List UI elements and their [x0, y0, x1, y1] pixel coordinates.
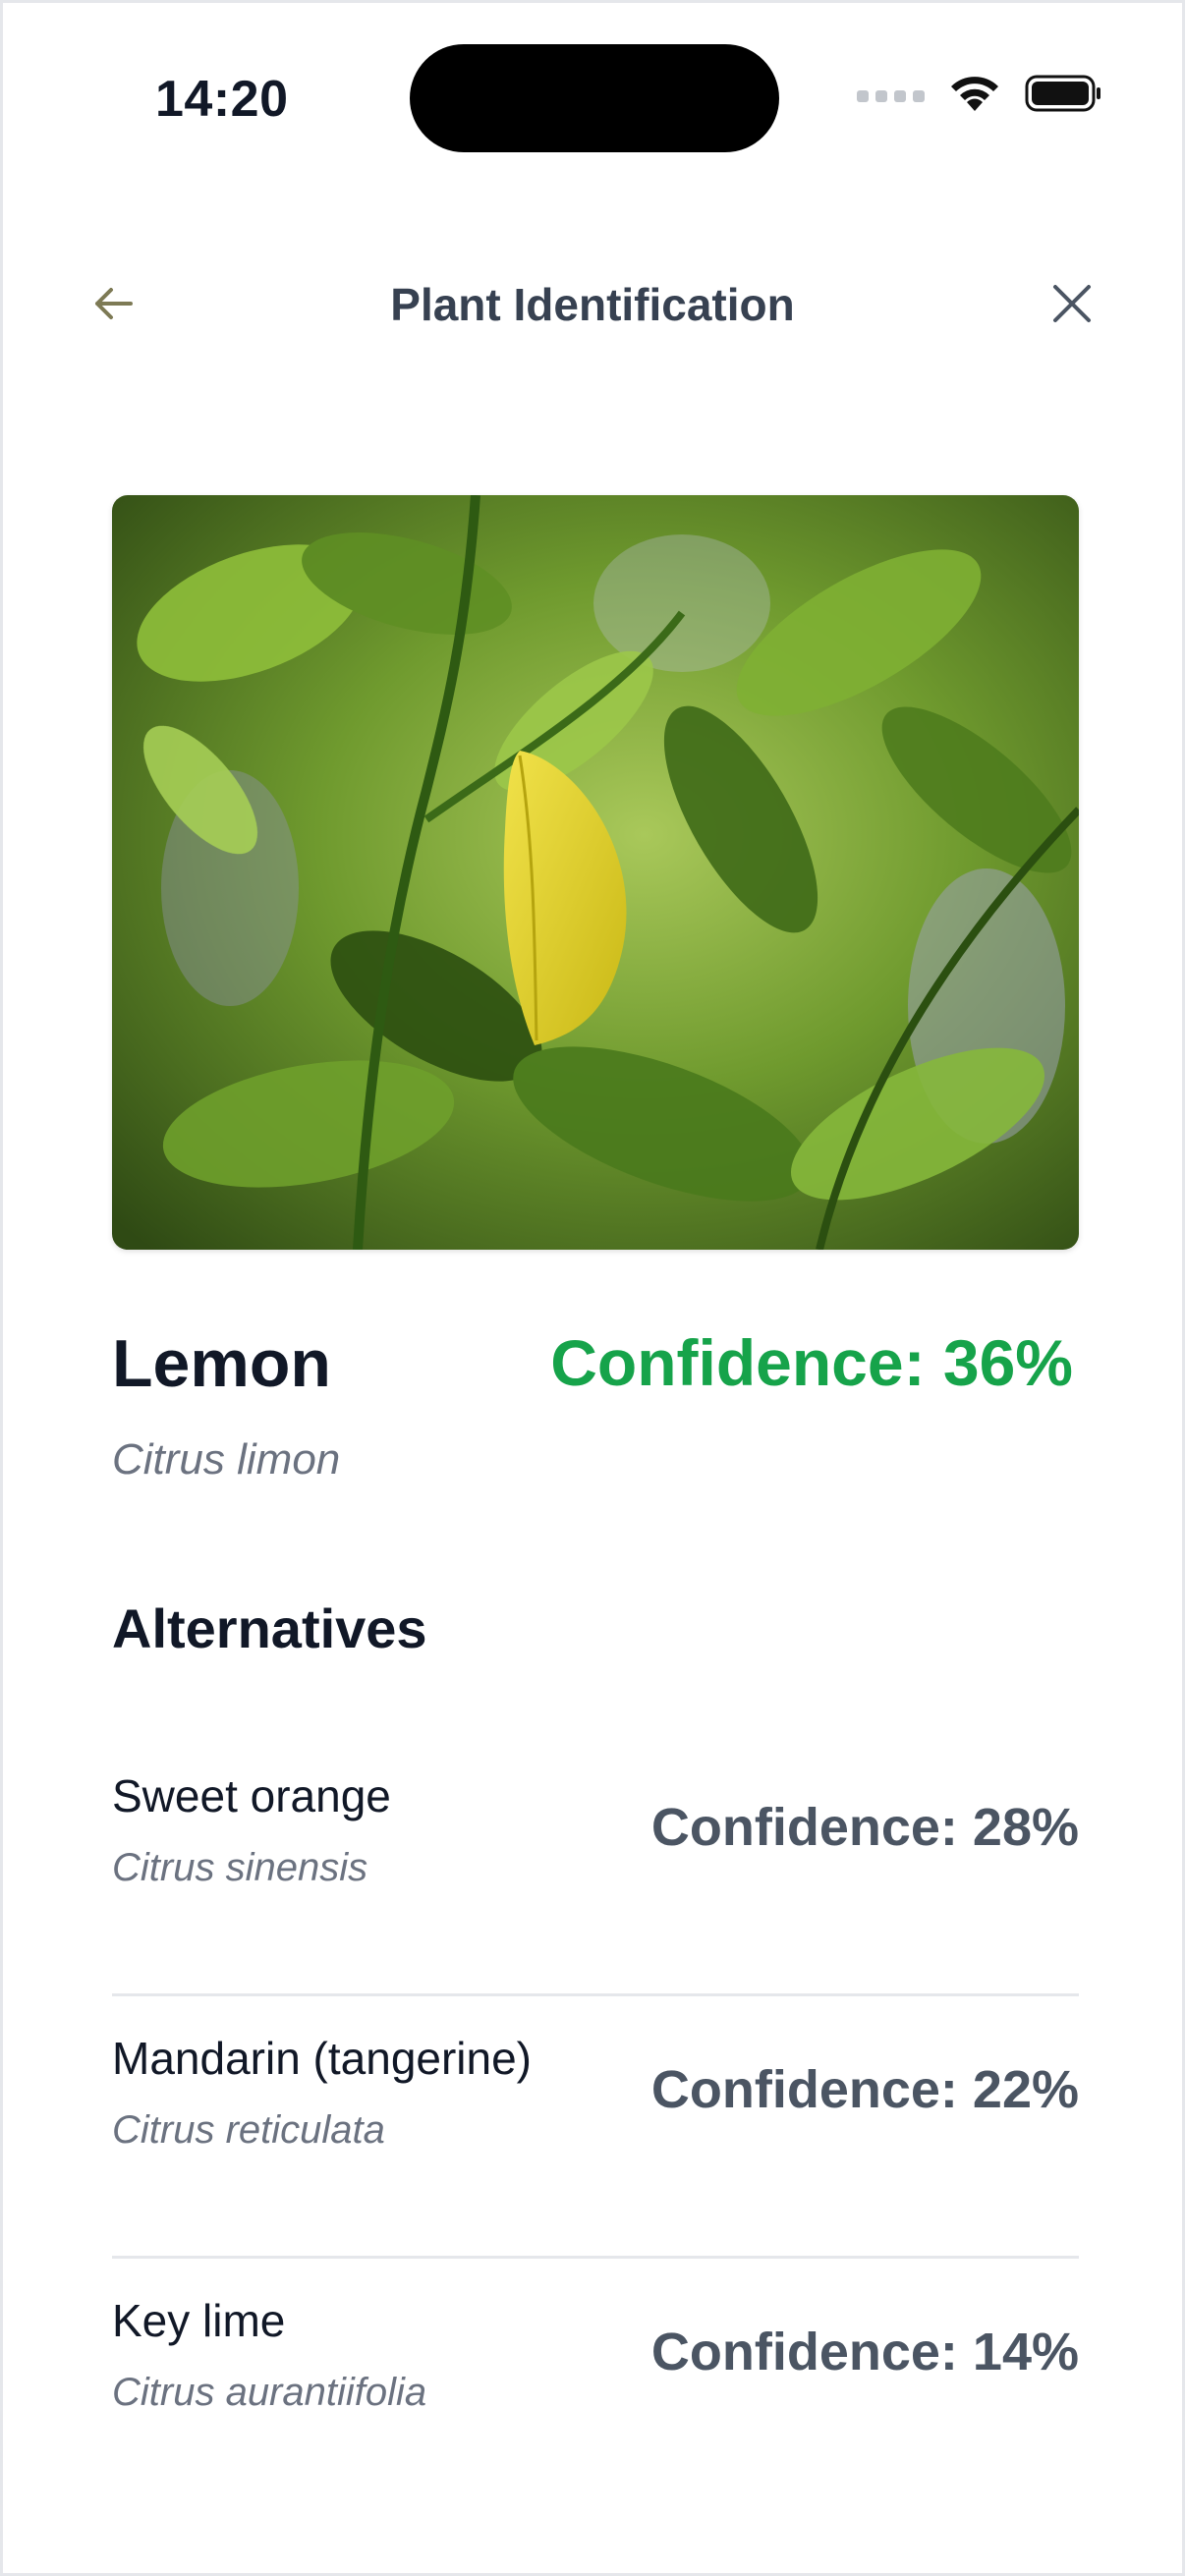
close-button[interactable]: [1044, 276, 1100, 331]
alternative-name: Mandarin (tangerine): [112, 2033, 533, 2084]
result-scientific-name: Citrus limon: [112, 1435, 341, 1484]
alternatives-title: Alternatives: [112, 1597, 427, 1659]
alternative-item[interactable]: Sweet orange Citrus sinensis Confidence:…: [112, 1734, 1079, 1996]
dynamic-island: [410, 44, 779, 152]
alternative-scientific-name: Citrus sinensis: [112, 1846, 368, 1889]
alternative-confidence: Confidence: 14%: [650, 2323, 1079, 2381]
page-title: Plant Identification: [390, 279, 795, 330]
alternative-name: Sweet orange: [112, 1770, 391, 1821]
cellular-signal-icon: [857, 89, 925, 102]
alternative-scientific-name: Citrus reticulata: [112, 2108, 385, 2152]
alternative-scientific-name: Citrus aurantiifolia: [112, 2371, 427, 2414]
battery-icon: [1025, 74, 1103, 118]
alternatives-list: Sweet orange Citrus sinensis Confidence:…: [112, 1734, 1079, 2521]
wifi-icon: [948, 74, 1001, 118]
status-icons: [857, 74, 1103, 118]
app-screen: 14:20 Plant Identification Lemon Confide…: [0, 0, 1185, 2576]
plant-photo: [112, 495, 1079, 1250]
alternative-item[interactable]: Key lime Citrus aurantiifolia Confidence…: [112, 2259, 1079, 2521]
result-common-name: Lemon: [112, 1326, 331, 1401]
alternative-name: Key lime: [112, 2295, 286, 2346]
alternative-confidence: Confidence: 28%: [650, 1798, 1079, 1857]
close-icon: [1053, 285, 1091, 322]
alternative-item[interactable]: Mandarin (tangerine) Citrus reticulata C…: [112, 1996, 1079, 2259]
result-confidence: Confidence: 36%: [550, 1326, 1073, 1399]
alternative-confidence: Confidence: 22%: [650, 2060, 1079, 2119]
status-time: 14:20: [155, 71, 289, 128]
